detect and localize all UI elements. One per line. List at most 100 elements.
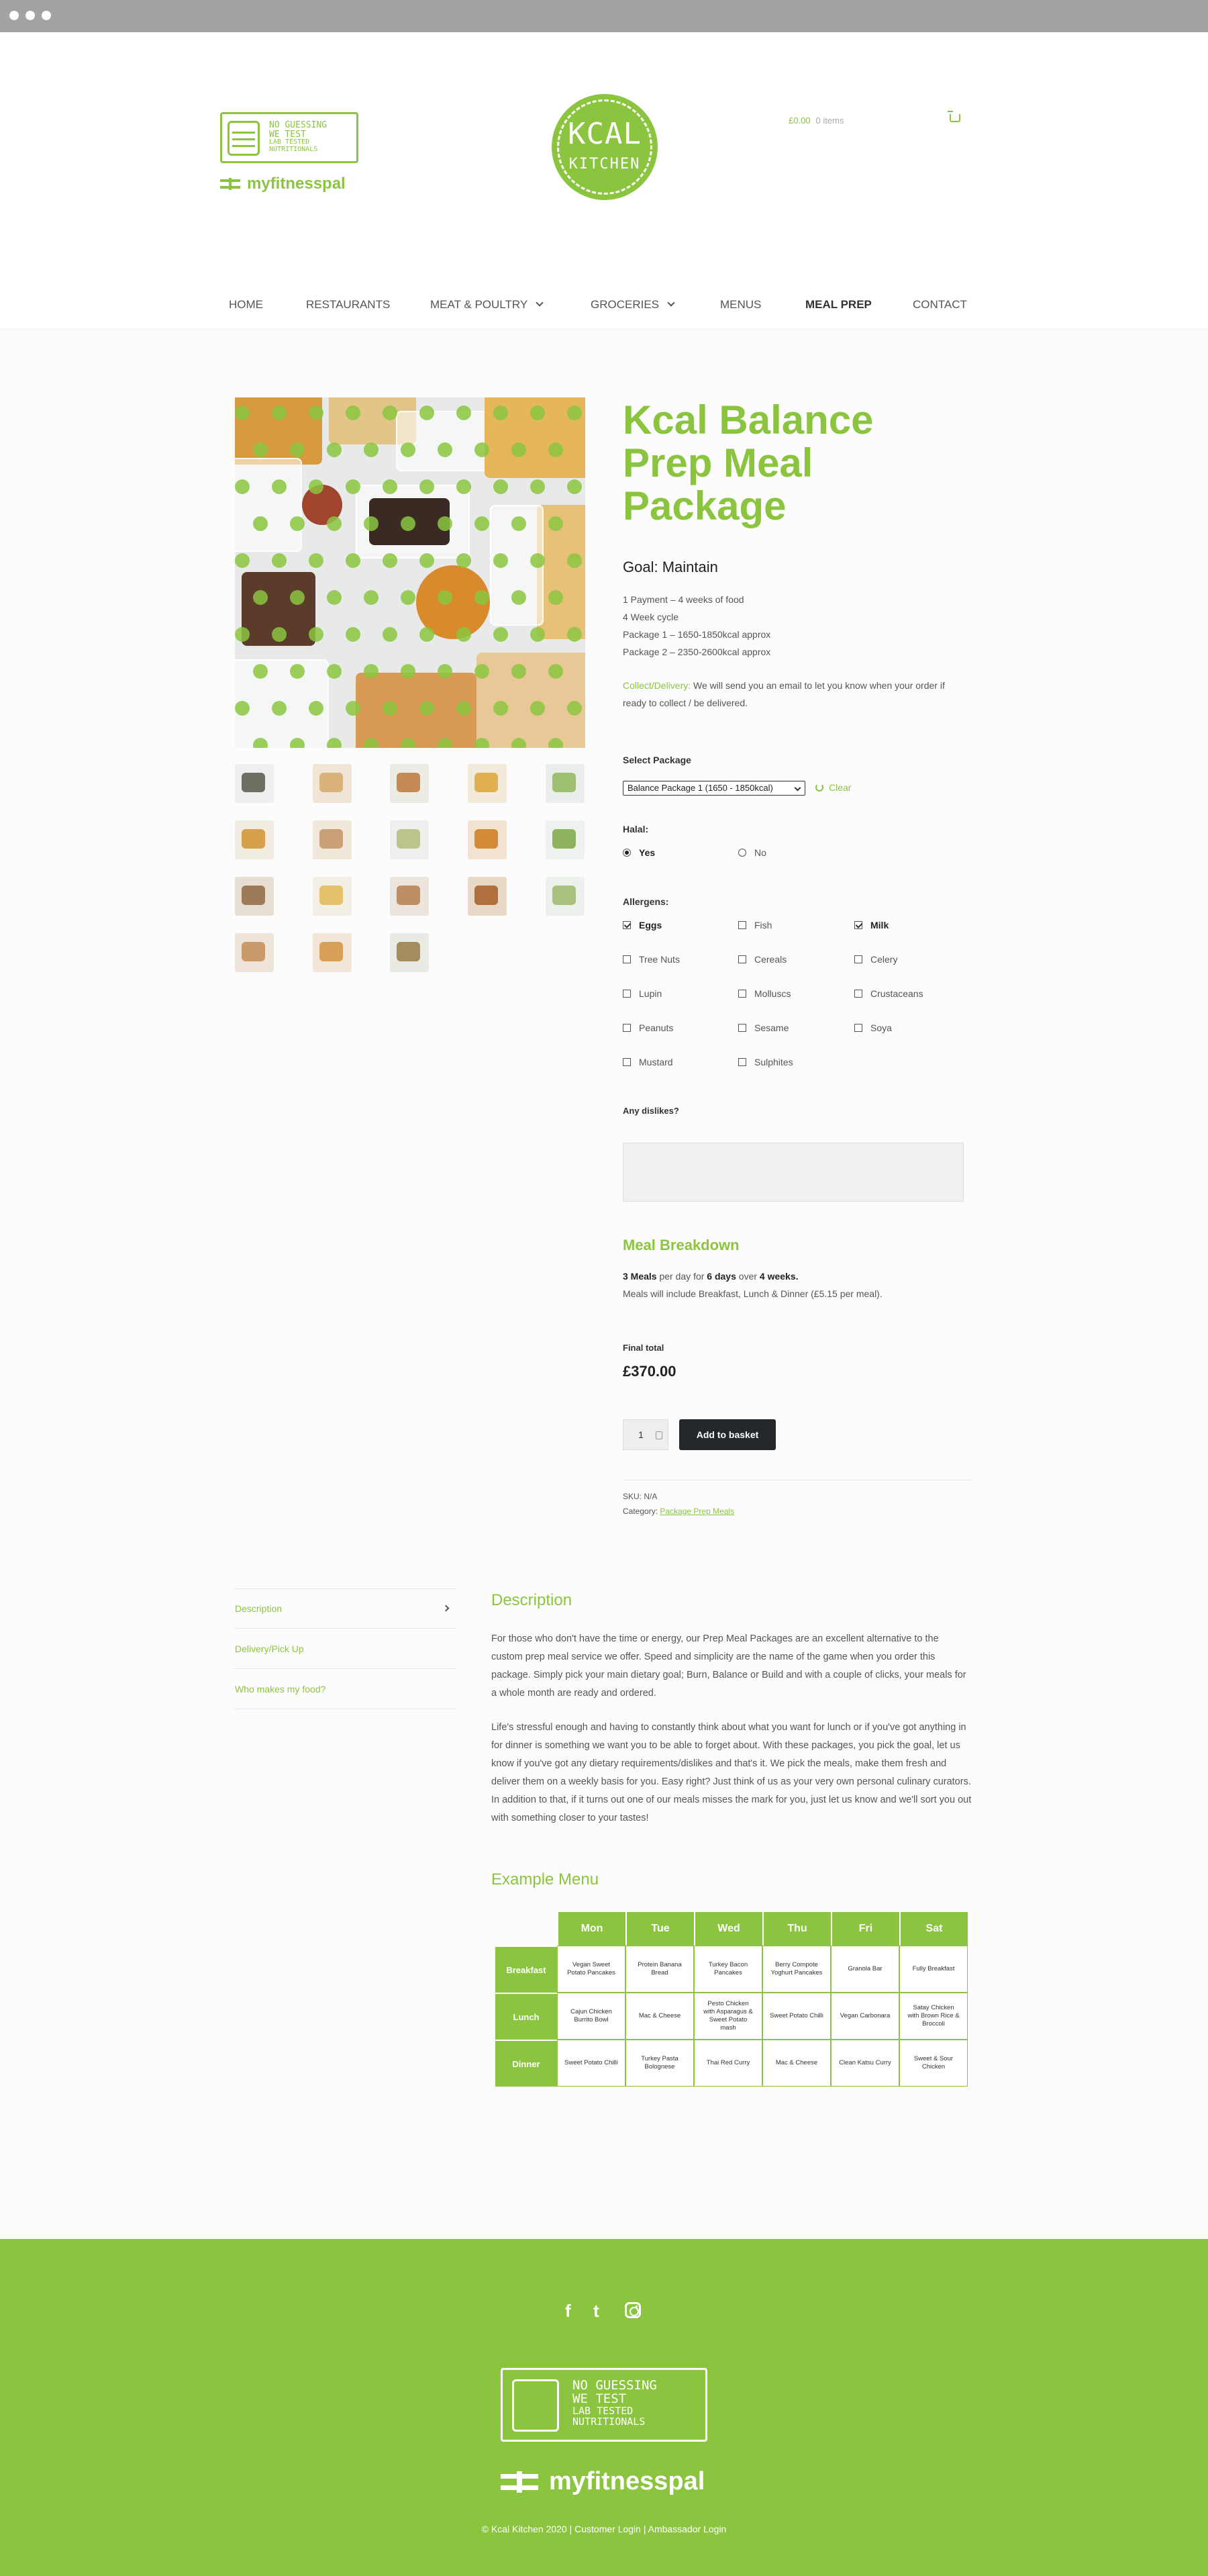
allergen-crustaceans-checkbox[interactable]: Crustaceans [854, 988, 923, 999]
category-link[interactable]: Package Prep Meals [660, 1507, 734, 1516]
allergen-fish-checkbox[interactable]: Fish [738, 920, 772, 931]
logo-line-1: KCAL [568, 117, 642, 151]
product-thumbnail[interactable] [235, 933, 274, 972]
cart-summary[interactable]: £0.00 0 items [789, 115, 844, 126]
instagram-icon[interactable] [625, 2302, 641, 2318]
pattern-dot [511, 442, 526, 457]
menu-cell: Mac & Cheese [625, 1993, 694, 2040]
halal-yes-option[interactable]: Yes [623, 847, 655, 858]
spinner-icon[interactable] [656, 1431, 662, 1439]
menu-cell: Cajun Chicken Burrito Bowl [557, 1993, 625, 2040]
under-armour-icon [501, 2471, 538, 2493]
pattern-dot [290, 590, 305, 605]
final-total-label: Final total [623, 1343, 664, 1353]
tab-delivery-pickup[interactable]: Delivery/Pick Up [235, 1629, 456, 1669]
allergen-lupin-checkbox[interactable]: Lupin [623, 988, 662, 999]
halal-no-option[interactable]: No [738, 847, 766, 858]
product-image[interactable] [235, 397, 585, 748]
tab-description[interactable]: Description [235, 1588, 456, 1629]
nav-meat-poultry[interactable]: MEAT & POULTRY [430, 298, 544, 312]
checkbox-icon [738, 955, 746, 963]
add-to-basket-button[interactable]: Add to basket [679, 1419, 776, 1450]
tab-who-makes-my-food[interactable]: Who makes my food? [235, 1669, 456, 1709]
allergen-sulphites-checkbox[interactable]: Sulphites [738, 1057, 793, 1067]
myfitnesspal-logo[interactable]: myfitnesspal [501, 2467, 705, 2496]
pattern-dot [364, 442, 379, 457]
product-thumbnail[interactable] [546, 820, 585, 859]
kcal-kitchen-logo[interactable]: KCAL KITCHEN [552, 94, 658, 200]
pattern-dot [364, 590, 379, 605]
pattern-dot [548, 590, 563, 605]
pattern-dot [530, 479, 545, 494]
product-thumbnail[interactable] [235, 764, 274, 803]
pattern-dot [290, 516, 305, 531]
nav-menus[interactable]: MENUS [720, 298, 761, 312]
menu-cell: Sweet Potato Chilli [557, 2040, 625, 2087]
checkbox-icon [623, 1058, 631, 1066]
product-thumbnail[interactable] [313, 877, 352, 916]
myfitnesspal-logo[interactable]: myfitnesspal [220, 175, 346, 193]
dislikes-textarea[interactable] [623, 1143, 964, 1202]
pattern-dot [511, 664, 526, 679]
allergen-cereals-checkbox[interactable]: Cereals [738, 954, 787, 965]
pattern-dot [235, 701, 250, 716]
nav-home[interactable]: HOME [229, 298, 263, 312]
pattern-dot [419, 479, 434, 494]
no-guessing-badge[interactable]: NO GUESSING WE TEST LAB TESTED NUTRITION… [501, 2368, 707, 2442]
myfitnesspal-text: myfitnesspal [247, 175, 346, 193]
allergen-molluscs-checkbox[interactable]: Molluscs [738, 988, 791, 999]
pattern-dot [530, 406, 545, 420]
product-thumbnail[interactable] [390, 764, 429, 803]
nav-meal-prep[interactable]: MEAL PREP [805, 298, 872, 312]
product-thumbnail[interactable] [468, 877, 507, 916]
allergen-sesame-checkbox[interactable]: Sesame [738, 1022, 789, 1033]
nav-restaurants[interactable]: RESTAURANTS [306, 298, 390, 312]
allergen-label: Celery [870, 954, 898, 965]
pattern-dot [309, 701, 323, 716]
product-thumbnail[interactable] [390, 877, 429, 916]
sku-value: N/A [644, 1492, 658, 1501]
nav-label: CONTACT [913, 298, 967, 311]
detail-line: Package 1 – 1650-1850kcal approx [623, 629, 771, 640]
product-thumbnail[interactable] [468, 764, 507, 803]
product-thumbnail[interactable] [390, 820, 429, 859]
pattern-dot [419, 553, 434, 568]
product-thumbnail[interactable] [235, 877, 274, 916]
checkbox-icon [738, 1058, 746, 1066]
menu-cell: Berry Compote Yoghurt Pancakes [762, 1946, 831, 1993]
product-thumbnail[interactable] [546, 764, 585, 803]
allergen-peanuts-checkbox[interactable]: Peanuts [623, 1022, 673, 1033]
allergen-celery-checkbox[interactable]: Celery [854, 954, 897, 965]
product-thumbnail[interactable] [313, 933, 352, 972]
product-thumbnail[interactable] [546, 877, 585, 916]
menu-day-header: Thu [762, 1912, 831, 1946]
facebook-icon[interactable]: f [565, 2301, 571, 2322]
product-thumbnail[interactable] [390, 933, 429, 972]
category-label: Category: [623, 1507, 658, 1516]
allergen-eggs-checkbox[interactable]: Eggs [623, 920, 662, 931]
no-guessing-badge[interactable]: NO GUESSING WE TEST LAB TESTED NUTRITION… [220, 112, 358, 163]
basket-icon[interactable] [948, 111, 960, 122]
menu-cell: Mac & Cheese [762, 2040, 831, 2087]
allergen-soya-checkbox[interactable]: Soya [854, 1022, 892, 1033]
package-select[interactable]: Balance Package 1 (1650 - 1850kcal) [623, 781, 805, 796]
nav-label: GROCERIES [591, 298, 660, 311]
allergen-tree-nuts-checkbox[interactable]: Tree Nuts [623, 954, 680, 965]
tab-label: Delivery/Pick Up [235, 1643, 304, 1654]
checkbox-icon [623, 955, 631, 963]
product-thumbnail[interactable] [235, 820, 274, 859]
product-thumbnail[interactable] [313, 820, 352, 859]
allergen-milk-checkbox[interactable]: Milk [854, 920, 889, 931]
nav-groceries[interactable]: GROCERIES [591, 298, 675, 312]
quantity-stepper[interactable]: 1 [623, 1419, 668, 1450]
package-select-value: Balance Package 1 (1650 - 1850kcal) [627, 783, 773, 793]
twitter-icon[interactable]: t [593, 2301, 599, 2322]
nav-label: MEAL PREP [805, 298, 872, 311]
menu-cell: Pesto Chicken with Asparagus & Sweet Pot… [694, 1993, 762, 2040]
allergen-mustard-checkbox[interactable]: Mustard [623, 1057, 673, 1067]
clear-link[interactable]: Clear [815, 782, 851, 793]
product-thumbnail[interactable] [313, 764, 352, 803]
nav-contact[interactable]: CONTACT [913, 298, 967, 312]
pattern-dot [401, 664, 415, 679]
product-thumbnail[interactable] [468, 820, 507, 859]
